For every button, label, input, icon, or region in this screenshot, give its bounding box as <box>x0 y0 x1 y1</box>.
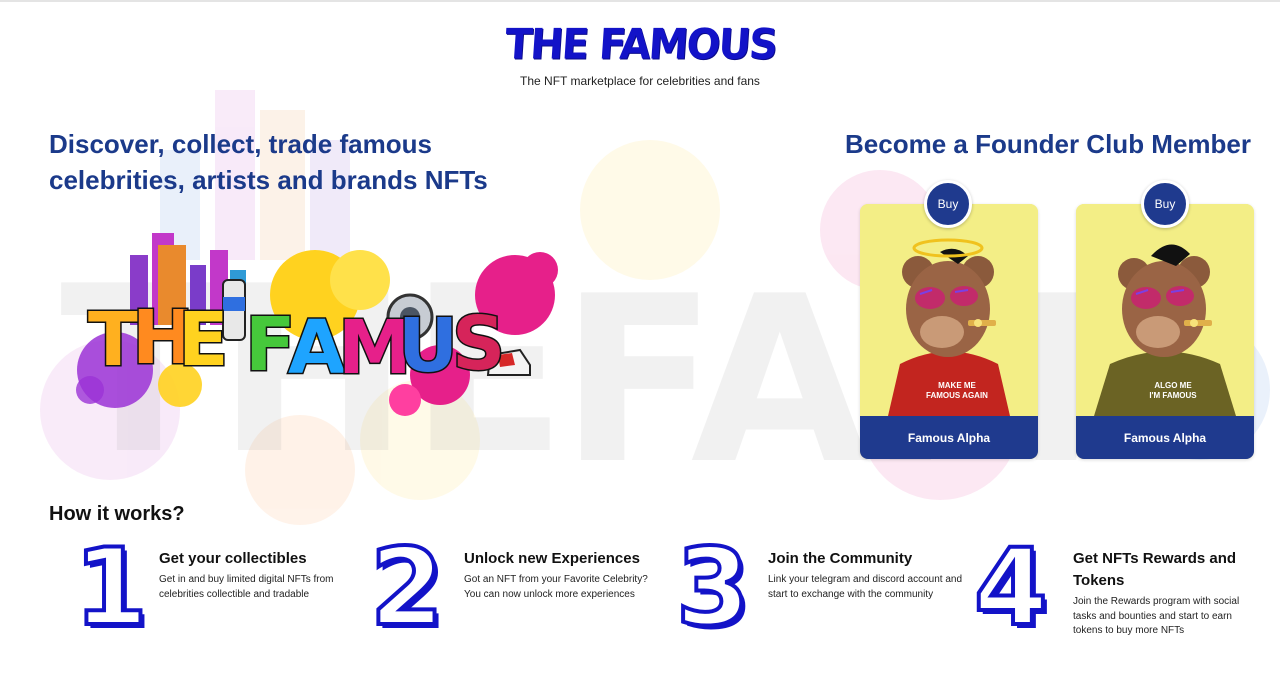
top-divider <box>0 0 1280 2</box>
shirt-text-line-2: I'M FAMOUS <box>1149 391 1197 400</box>
step-number: 4 <box>972 526 1050 649</box>
shirt-text-line-1: ALGO ME <box>1154 381 1192 390</box>
nft-card-name: Famous Alpha <box>860 416 1038 459</box>
step-description: Get in and buy limited digital NFTs from… <box>159 574 334 600</box>
svg-text:U: U <box>398 303 458 389</box>
brand-logo[interactable]: THE FAMOUS <box>503 21 777 69</box>
svg-text:S: S <box>452 301 505 387</box>
hero-title: Discover, collect, trade famous celebrit… <box>49 129 488 195</box>
step-number: 3 <box>674 526 752 649</box>
shirt-text-line-1: MAKE ME <box>938 381 976 390</box>
nft-bear-image: ALGO ME I'M FAMOUS <box>1076 204 1254 416</box>
step-description: Join the Rewards program with social tas… <box>1073 596 1240 636</box>
nft-card-famous-alpha-1[interactable]: MAKE ME FAMOUS AGAIN Famous Alpha <box>860 204 1038 459</box>
brand-tagline: The NFT marketplace for celebrities and … <box>520 74 760 88</box>
founder-club-title: Become a Founder Club Member <box>845 129 1251 159</box>
step-title: Join the Community <box>768 550 913 567</box>
hero-graffiti-image: T H E F A M U S <box>76 233 558 416</box>
step-description: Got an NFT from your Favorite Celebrity?… <box>464 574 648 600</box>
step-description: Link your telegram and discord account a… <box>768 574 963 600</box>
step-title: Get NFTs Rewards and Tokens <box>1073 550 1237 589</box>
buy-button[interactable]: Buy <box>924 180 972 228</box>
step-title: Unlock new Experiences <box>464 550 640 567</box>
how-it-works-title: How it works? <box>49 503 185 525</box>
step-number: 1 <box>72 526 150 649</box>
shirt-text-line-2: FAMOUS AGAIN <box>926 391 988 400</box>
svg-text:E: E <box>178 297 229 383</box>
nft-bear-image: MAKE ME FAMOUS AGAIN <box>860 204 1038 416</box>
nft-card-famous-alpha-2[interactable]: ALGO ME I'M FAMOUS Famous Alpha <box>1076 204 1254 459</box>
nft-card-name: Famous Alpha <box>1076 416 1254 459</box>
svg-text:A: A <box>288 305 345 391</box>
step-title: Get your collectibles <box>159 550 307 567</box>
step-number: 2 <box>368 526 446 649</box>
buy-button[interactable]: Buy <box>1141 180 1189 228</box>
